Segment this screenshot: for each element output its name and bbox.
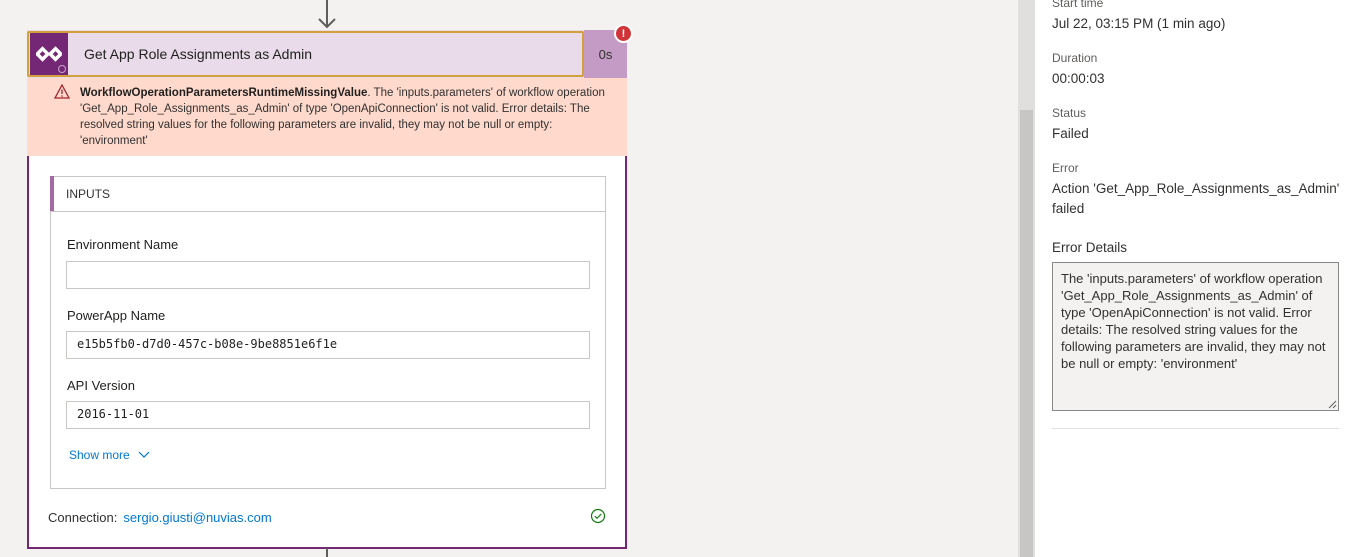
connector-badge-icon	[58, 65, 66, 73]
panel-divider	[1052, 428, 1339, 429]
api-version-field[interactable]: 2016-11-01	[66, 401, 590, 429]
environment-name-label: Environment Name	[67, 237, 179, 252]
error-code: WorkflowOperationParametersRuntimeMissin…	[80, 87, 368, 99]
powerapps-icon	[30, 33, 68, 75]
powerapp-name-field[interactable]: e15b5fb0-d7d0-457c-b08e-9be8851e6f1e	[66, 331, 590, 359]
status-value: Failed	[1052, 126, 1089, 141]
powerapp-name-label: PowerApp Name	[67, 308, 166, 323]
action-title: Get App Role Assignments as Admin	[84, 46, 313, 62]
connection-link[interactable]: sergio.giusti@nuvias.com	[123, 510, 271, 525]
duration-value: 00:00:03	[1052, 71, 1105, 86]
start-time-label: Start time	[1052, 0, 1104, 10]
action-card: Get App Role Assignments as Admin 0s Wor…	[27, 30, 627, 549]
api-version-label: API Version	[67, 378, 135, 393]
show-more-button[interactable]: Show more	[69, 448, 150, 462]
check-circle-icon	[590, 508, 606, 524]
action-card-header[interactable]: Get App Role Assignments as Admin 0s	[27, 30, 627, 78]
warning-icon	[54, 84, 70, 99]
environment-name-field[interactable]	[66, 261, 590, 289]
resize-grip-icon[interactable]	[1328, 400, 1337, 409]
connection-row: Connection: sergio.giusti@nuvias.com	[48, 510, 272, 525]
error-status-icon: !	[614, 24, 633, 43]
arrow-down-icon	[318, 0, 336, 29]
duration-label: Duration	[1052, 51, 1098, 65]
show-more-label: Show more	[69, 448, 130, 462]
connector-line	[326, 548, 328, 557]
action-title-bar[interactable]: Get App Role Assignments as Admin	[27, 31, 584, 77]
error-banner: WorkflowOperationParametersRuntimeMissin…	[27, 78, 627, 156]
run-details-panel: Start time Jul 22, 03:15 PM (1 min ago) …	[1035, 0, 1349, 557]
error-details-text: The 'inputs.parameters' of workflow oper…	[1061, 271, 1326, 371]
flow-canvas: Get App Role Assignments as Admin 0s Wor…	[0, 0, 1018, 557]
connection-label: Connection:	[48, 510, 118, 525]
inputs-section: INPUTS Environment Name PowerApp Name e1…	[50, 176, 606, 489]
status-label: Status	[1052, 106, 1087, 120]
canvas-scrollbar-thumb[interactable]	[1020, 110, 1033, 557]
error-value: Action 'Get_App_Role_Assignments_as_Admi…	[1052, 181, 1340, 216]
inputs-header: INPUTS	[50, 176, 605, 212]
error-details-textarea[interactable]: The 'inputs.parameters' of workflow oper…	[1052, 262, 1339, 411]
error-details-label: Error Details	[1052, 240, 1128, 255]
error-label: Error	[1052, 161, 1079, 175]
chevron-down-icon	[138, 451, 150, 458]
start-time-value: Jul 22, 03:15 PM (1 min ago)	[1052, 16, 1226, 31]
